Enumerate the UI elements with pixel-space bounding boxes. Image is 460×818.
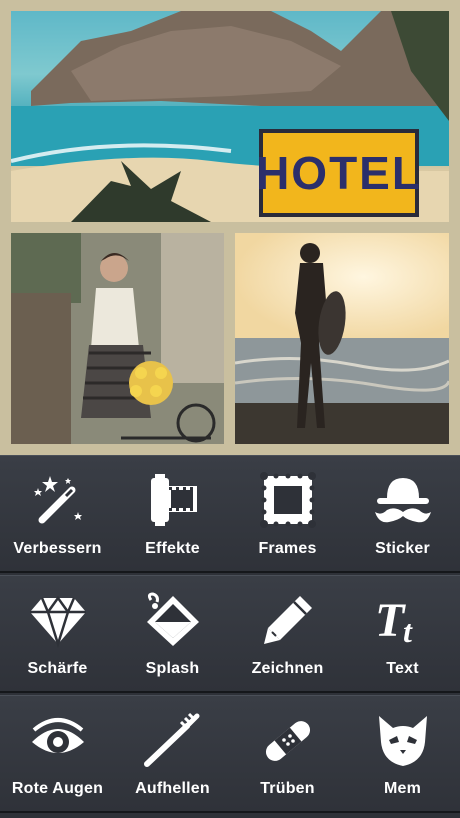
magic-wand-icon: [26, 468, 90, 532]
tool-label: Rote Augen: [11, 780, 104, 797]
tool-label: Text: [386, 660, 419, 677]
tool-label: Schärfe: [27, 660, 88, 677]
toothbrush-icon: [141, 708, 205, 772]
tool-splash[interactable]: Splash: [115, 576, 230, 694]
photo-collage: HOTEL: [0, 0, 460, 455]
tool-trueben[interactable]: Trüben: [230, 696, 345, 814]
surfer-silhouette-illustration: [235, 233, 449, 444]
eye-icon: [26, 708, 90, 772]
tool-label: Trüben: [260, 780, 315, 797]
svg-text:t: t: [403, 613, 413, 648]
tool-label: Splash: [145, 660, 200, 677]
tool-label: Mem: [383, 780, 422, 797]
tool-frames[interactable]: Frames: [230, 456, 345, 574]
pencil-icon: [256, 588, 320, 652]
tool-label: Verbessern: [13, 540, 102, 557]
tool-sticker[interactable]: Sticker: [345, 456, 460, 574]
tool-label: Frames: [258, 540, 317, 557]
tool-schaerfe[interactable]: Schärfe: [0, 576, 115, 694]
hat-mustache-icon: [371, 468, 435, 532]
tool-zeichnen[interactable]: Zeichnen: [230, 576, 345, 694]
vintage-woman-bicycle-photo[interactable]: [11, 233, 224, 444]
paint-bucket-icon: [141, 588, 205, 652]
cat-face-icon: [371, 708, 435, 772]
tool-rote-augen[interactable]: Rote Augen: [0, 696, 115, 814]
hotel-sign: HOTEL: [256, 129, 420, 217]
diamond-icon: [26, 588, 90, 652]
surfer-sunset-beach-photo[interactable]: [235, 233, 449, 444]
tool-aufhellen[interactable]: Aufhellen: [115, 696, 230, 814]
tool-mem[interactable]: Mem: [345, 696, 460, 814]
coastal-hotel-photo[interactable]: HOTEL: [11, 11, 449, 222]
tool-effekte[interactable]: Effekte: [115, 456, 230, 574]
tool-label: Sticker: [375, 540, 430, 557]
tools-row-1: Verbessern Effekte Frames Sticker: [0, 455, 460, 573]
edit-tools-toolbar: Verbessern Effekte Frames Sticker Schärf…: [0, 455, 460, 818]
svg-text:T: T: [375, 594, 406, 647]
tool-text[interactable]: T t Text: [345, 576, 460, 694]
tools-row-3: Rote Augen Aufhellen Trüben Mem: [0, 695, 460, 813]
frame-icon: [256, 468, 320, 532]
tool-label: Aufhellen: [135, 780, 210, 797]
tool-verbessern[interactable]: Verbessern: [0, 456, 115, 574]
tool-label: Zeichnen: [251, 660, 324, 677]
bandage-icon: [256, 708, 320, 772]
woman-bicycle-illustration: [11, 233, 224, 444]
tools-row-2: Schärfe Splash Zeichnen T t Text: [0, 575, 460, 693]
text-tt-icon: T t: [371, 588, 435, 652]
film-roll-icon: [141, 468, 205, 532]
tool-label: Effekte: [145, 540, 200, 557]
